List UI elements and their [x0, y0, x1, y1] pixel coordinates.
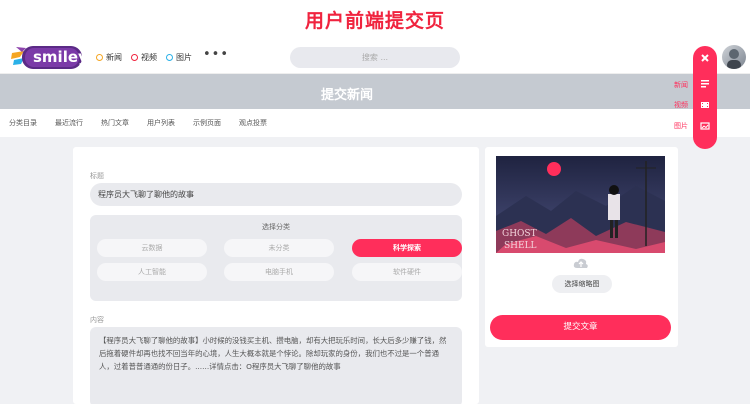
submit-form-card: 标题 程序员大飞聊了聊他的故事 选择分类 云数据 未分类 科学探索 人工智能 电…: [73, 147, 479, 404]
circle-icon: [131, 54, 138, 61]
image-icon[interactable]: [700, 121, 710, 131]
category-option[interactable]: 人工智能: [97, 263, 207, 281]
float-label-news: 新闻: [674, 81, 688, 89]
page-title: 用户前端提交页: [304, 10, 445, 32]
subnav-item[interactable]: 分类目录: [9, 118, 37, 128]
float-label-video: 视频: [674, 101, 688, 109]
category-heading: 选择分类: [262, 223, 290, 231]
submit-article-button[interactable]: 提交文章: [490, 315, 671, 340]
nav-item-news[interactable]: 新闻: [96, 52, 122, 63]
category-option[interactable]: 电脑手机: [224, 263, 334, 281]
secondary-nav: 分类目录 最近流行 热门文章 用户列表 示例页面 观点投票: [0, 109, 750, 137]
content-label: 内容: [90, 316, 104, 324]
nav-item-label: 新闻: [106, 53, 122, 62]
category-option[interactable]: 未分类: [224, 239, 334, 257]
document-icon[interactable]: [700, 79, 710, 89]
logo[interactable]: smiley: [10, 43, 88, 71]
svg-text:GHOST: GHOST: [502, 229, 537, 239]
nav-item-label: 视频: [141, 53, 157, 62]
user-avatar[interactable]: [722, 45, 746, 69]
upload-cloud-icon[interactable]: [573, 257, 589, 269]
subnav-item[interactable]: 热门文章: [101, 118, 129, 128]
circle-icon: [166, 54, 173, 61]
hero-title: 提交新闻: [320, 88, 373, 103]
nav-item-label: 图片: [176, 53, 192, 62]
floating-quick-menu: [693, 46, 717, 149]
nav-item-video[interactable]: 视频: [131, 52, 157, 63]
circle-icon: [96, 54, 103, 61]
subnav-item[interactable]: 用户列表: [147, 118, 175, 128]
thumbnail-card: GHOST SHELL 选择缩略图 提交文章: [485, 147, 678, 347]
title-input[interactable]: 程序员大飞聊了聊他的故事: [90, 183, 462, 206]
title-label: 标题: [90, 172, 104, 180]
thumbnail-image: GHOST SHELL: [496, 156, 665, 253]
anime-illustration-icon: GHOST SHELL: [496, 156, 665, 253]
category-selector: 选择分类 云数据 未分类 科学探索 人工智能 电脑手机 软件硬件: [90, 215, 462, 301]
content-textarea[interactable]: 【程序员大飞聊了聊他的故事】小时候的没钱买主机、攒电脑，却有大把玩乐时间，长大后…: [90, 327, 462, 404]
category-option[interactable]: 软件硬件: [352, 263, 462, 281]
category-option[interactable]: 云数据: [97, 239, 207, 257]
subnav-item[interactable]: 观点投票: [239, 118, 267, 128]
subnav-item[interactable]: 最近流行: [55, 118, 83, 128]
person-icon: [727, 49, 741, 69]
subnav-item[interactable]: 示例页面: [193, 118, 221, 128]
float-label-images: 图片: [674, 122, 688, 130]
page: 用户前端提交页 smiley 新闻 视频 图片 ••• 搜索 ... 提交新闻 …: [0, 0, 750, 404]
search-input[interactable]: 搜索 ...: [290, 47, 460, 68]
top-navbar: smiley 新闻 视频 图片 ••• 搜索 ...: [0, 40, 750, 74]
more-menu-icon[interactable]: •••: [203, 47, 229, 62]
choose-thumbnail-button[interactable]: 选择缩略图: [552, 275, 612, 293]
close-icon[interactable]: [700, 53, 710, 63]
category-option-selected[interactable]: 科学探索: [352, 239, 462, 257]
page-header-band: 提交新闻: [0, 74, 750, 109]
video-icon[interactable]: [700, 100, 710, 110]
nav-item-images[interactable]: 图片: [166, 52, 192, 63]
logo-text: smiley: [33, 48, 88, 66]
svg-text:SHELL: SHELL: [504, 241, 537, 251]
